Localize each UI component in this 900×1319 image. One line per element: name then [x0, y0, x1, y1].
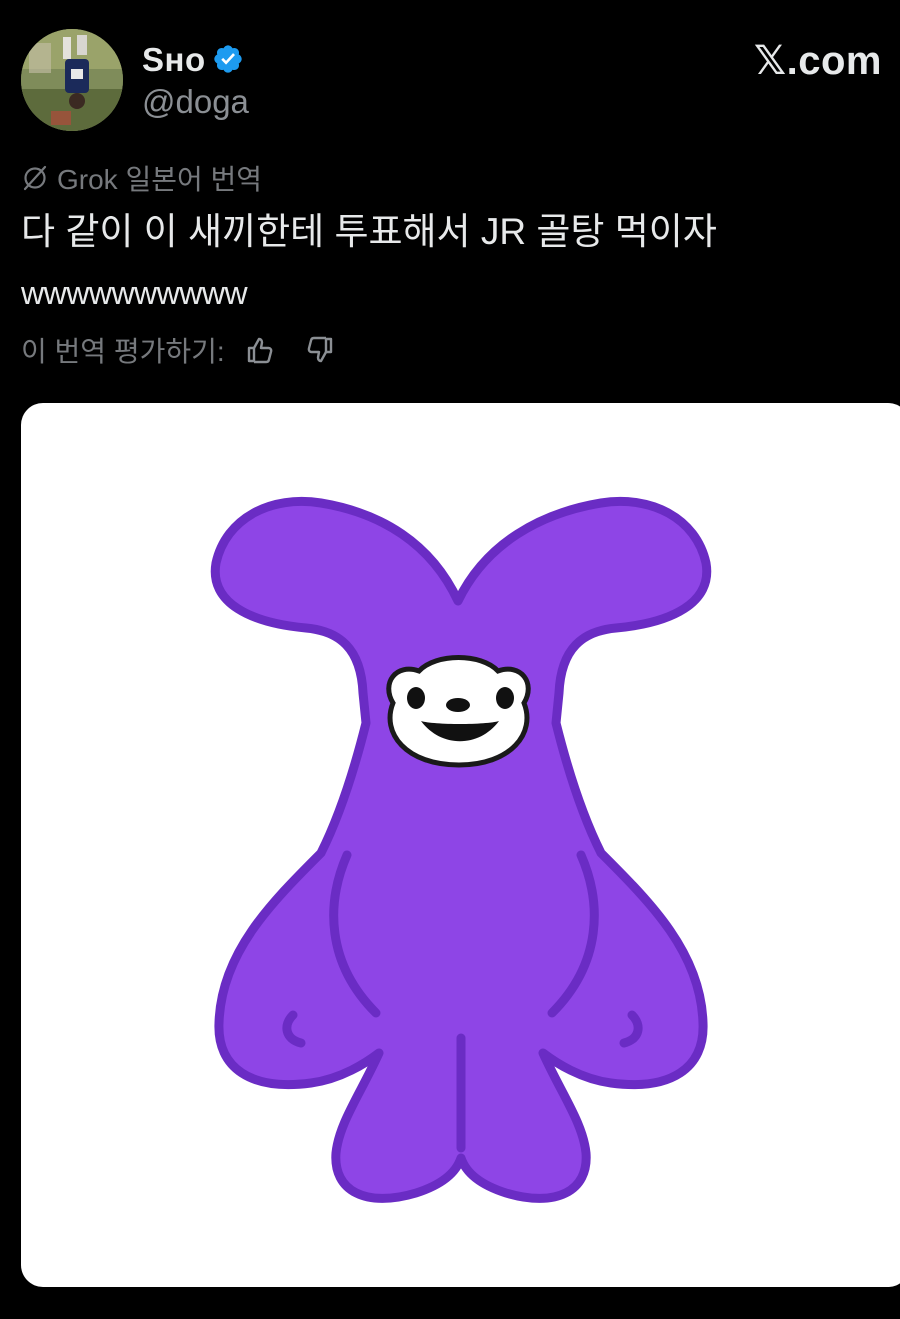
thumbs-down-icon [307, 336, 332, 363]
tweet-text: 다 같이 이 새끼한테 투표해서 JR 골탕 먹이자 [21, 211, 717, 252]
tweet-text-laugh: wwwwwwwwww [21, 275, 248, 311]
thumbs-down-button[interactable] [303, 333, 337, 367]
avatar[interactable] [21, 29, 123, 131]
thumbs-up-icon [247, 337, 273, 364]
verified-badge-icon [214, 45, 242, 73]
rate-translation-row: 이 번역 평가하기: [21, 330, 337, 370]
translate-off-icon [23, 165, 47, 191]
display-name[interactable]: Sʜᴏ [142, 40, 206, 80]
translation-header[interactable]: Grok 일본어 번역 [21, 160, 262, 196]
author-handle[interactable]: @doga [142, 82, 249, 122]
profile-photo-icon [21, 29, 123, 131]
brand-logo: 𝕏.com [753, 39, 882, 83]
translation-label: Grok 일본어 번역 [57, 164, 263, 195]
tweet-media-image[interactable] [21, 403, 900, 1287]
rate-translation-label: 이 번역 평가하기: [21, 336, 225, 367]
thumbs-up-button[interactable] [243, 333, 277, 367]
purple-rabbit-character-icon [210, 496, 712, 1203]
